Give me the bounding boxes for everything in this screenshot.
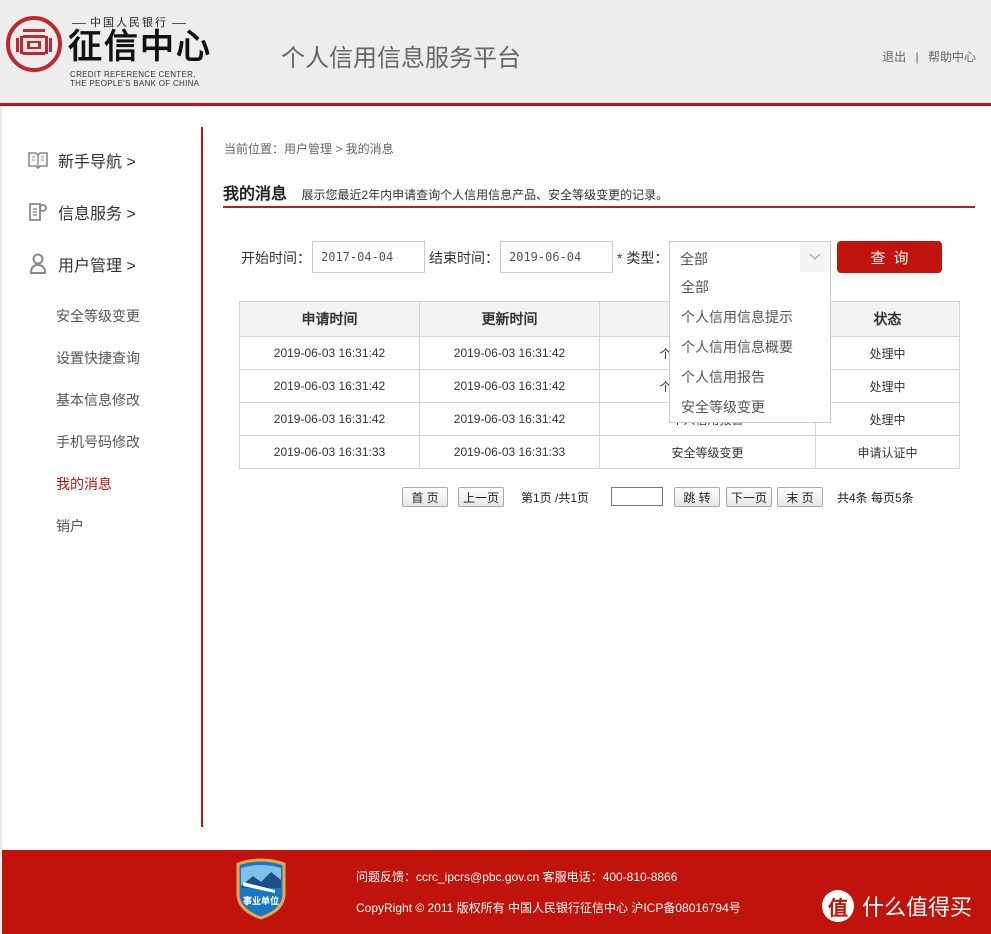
footer: 事业单位 问题反馈：ccrc_ipcrs@pbc.gov.cn 客服电话：400… <box>2 850 991 934</box>
end-time-input[interactable] <box>500 241 613 273</box>
document-icon <box>28 202 48 222</box>
logo-main-text: 征信中心 <box>68 27 212 67</box>
page-title: 我的消息 <box>223 186 288 203</box>
column-header-apply-time: 申请时间 <box>239 301 420 337</box>
cell-status: 处理中 <box>815 369 960 403</box>
jump-button[interactable]: 跳 转 <box>674 487 720 507</box>
sidebar-subitem-quick-query[interactable]: 设置快捷查询 <box>56 348 140 368</box>
footer-contact: 问题反馈：ccrc_ipcrs@pbc.gov.cn 客服电话：400-810-… <box>356 870 678 884</box>
logo-en-line2: THE PEOPLE'S BANK OF CHINA <box>70 79 200 88</box>
sidebar-subitem-my-messages[interactable]: 我的消息 <box>56 474 112 494</box>
messages-table: 申请时间 更新时间 类型 状态 2019-06-03 16:31:42 2019… <box>239 301 960 469</box>
column-header-status: 状态 <box>815 301 960 337</box>
logo[interactable]: 中国人民银行 征信中心 CREDIT REFERENCE CENTER, THE… <box>6 14 216 89</box>
logo-en-line1: CREDIT REFERENCE CENTER, <box>70 70 196 79</box>
platform-title: 个人信用信息服务平台 <box>281 45 521 72</box>
start-time-label: 开始时间： <box>241 250 311 266</box>
page-description: 展示您最近2年内申请查询个人信用信息产品、安全等级变更的记录。 <box>301 188 669 202</box>
page-info: 第1页 /共1页 <box>521 491 590 505</box>
smzdm-logo-icon: 值 <box>822 890 854 922</box>
sidebar-item-label: 用户管理 > <box>58 258 136 275</box>
cell-status: 处理中 <box>815 402 960 436</box>
cell-update-time: 2019-06-03 16:31:33 <box>419 435 600 469</box>
public-institution-badge[interactable]: 事业单位 <box>235 858 287 920</box>
table-header-row: 申请时间 更新时间 类型 状态 <box>239 301 960 337</box>
type-label-text: 类型： <box>626 250 669 266</box>
sidebar-subitem-close-account[interactable]: 销户 <box>56 516 84 536</box>
sidebar-subitem-basic-info[interactable]: 基本信息修改 <box>56 390 140 410</box>
type-select-value: 全部 <box>680 251 708 267</box>
jump-page-input[interactable] <box>611 487 663 506</box>
logo-english-text: CREDIT REFERENCE CENTER, THE PEOPLE'S BA… <box>70 70 199 88</box>
sidebar-subitem-security-level[interactable]: 安全等级变更 <box>56 306 140 326</box>
sidebar-subitem-phone-number[interactable]: 手机号码修改 <box>56 432 140 452</box>
type-option-credit-report[interactable]: 个人信用报告 <box>670 362 830 392</box>
type-option-credit-summary[interactable]: 个人信用信息概要 <box>670 332 830 362</box>
watermark-text: 什么值得买 <box>862 895 973 920</box>
cell-update-time: 2019-06-03 16:31:42 <box>419 336 600 370</box>
required-mark: * <box>617 250 623 266</box>
footer-copyright: CopyRight © 2011 版权所有 中国人民银行征信中心 沪ICP备08… <box>356 901 741 915</box>
breadcrumb: 当前位置：用户管理 > 我的消息 <box>224 142 394 156</box>
logo-seal-icon <box>6 16 62 72</box>
cell-type: 安全等级变更 <box>599 435 816 469</box>
sidebar-divider <box>201 127 203 827</box>
type-dropdown-list: 全部 个人信用信息提示 个人信用信息概要 个人信用报告 安全等级变更 <box>669 272 831 423</box>
cell-apply-time: 2019-06-03 16:31:42 <box>239 402 420 436</box>
end-time-label: 结束时间： <box>429 250 499 266</box>
smzdm-watermark: 值 什么值得买 <box>822 890 972 922</box>
cell-update-time: 2019-06-03 16:31:42 <box>419 369 600 403</box>
sidebar-item-newbie-guide[interactable]: 新手导航 > <box>28 148 136 172</box>
table-row: 2019-06-03 16:31:33 2019-06-03 16:31:33 … <box>239 435 960 469</box>
record-summary: 共4条 每页5条 <box>837 491 914 505</box>
cell-apply-time: 2019-06-03 16:31:42 <box>239 336 420 370</box>
page-body: 新手导航 > 信息服务 > 用户管理 > 安全等级变更 设置快捷查询 基本信息修… <box>2 106 991 850</box>
table-row: 2019-06-03 16:31:42 2019-06-03 16:31:42 … <box>239 369 960 403</box>
logout-link[interactable]: 退出 <box>882 50 906 64</box>
top-links: 退出 | 帮助中心 <box>882 48 976 65</box>
type-option-all[interactable]: 全部 <box>670 272 830 302</box>
table-row: 2019-06-03 16:31:42 2019-06-03 16:31:42 … <box>239 402 960 436</box>
cell-apply-time: 2019-06-03 16:31:42 <box>239 369 420 403</box>
help-center-link[interactable]: 帮助中心 <box>928 50 976 64</box>
cell-status: 处理中 <box>815 336 960 370</box>
query-button[interactable]: 查询 <box>837 241 942 273</box>
book-icon <box>28 150 48 170</box>
sidebar-item-user-management[interactable]: 用户管理 > <box>28 252 136 276</box>
type-select[interactable]: 全部 <box>669 241 831 273</box>
first-page-button[interactable]: 首 页 <box>402 487 448 507</box>
cell-apply-time: 2019-06-03 16:31:33 <box>239 435 420 469</box>
chevron-down-icon[interactable] <box>800 242 830 272</box>
page-title-row: 我的消息 展示您最近2年内申请查询个人信用信息产品、安全等级变更的记录。 <box>223 180 975 208</box>
type-option-security-level[interactable]: 安全等级变更 <box>670 392 830 422</box>
user-icon <box>28 253 48 274</box>
badge-text: 事业单位 <box>243 895 279 907</box>
cell-status: 申请认证中 <box>815 435 960 469</box>
last-page-button[interactable]: 末 页 <box>777 487 823 507</box>
link-separator: | <box>915 50 919 64</box>
sidebar-item-info-service[interactable]: 信息服务 > <box>28 200 136 224</box>
prev-page-button[interactable]: 上一页 <box>458 487 504 507</box>
sidebar-item-label: 新手导航 > <box>58 154 136 171</box>
sidebar-item-label: 信息服务 > <box>58 206 136 223</box>
header: 中国人民银行 征信中心 CREDIT REFERENCE CENTER, THE… <box>0 0 991 104</box>
start-time-input[interactable] <box>312 241 425 273</box>
table-row: 2019-06-03 16:31:42 2019-06-03 16:31:42 … <box>239 336 960 370</box>
type-option-credit-tip[interactable]: 个人信用信息提示 <box>670 302 830 332</box>
cell-update-time: 2019-06-03 16:31:42 <box>419 402 600 436</box>
type-label: * 类型： <box>617 248 668 268</box>
next-page-button[interactable]: 下一页 <box>726 487 772 507</box>
column-header-update-time: 更新时间 <box>419 301 600 337</box>
